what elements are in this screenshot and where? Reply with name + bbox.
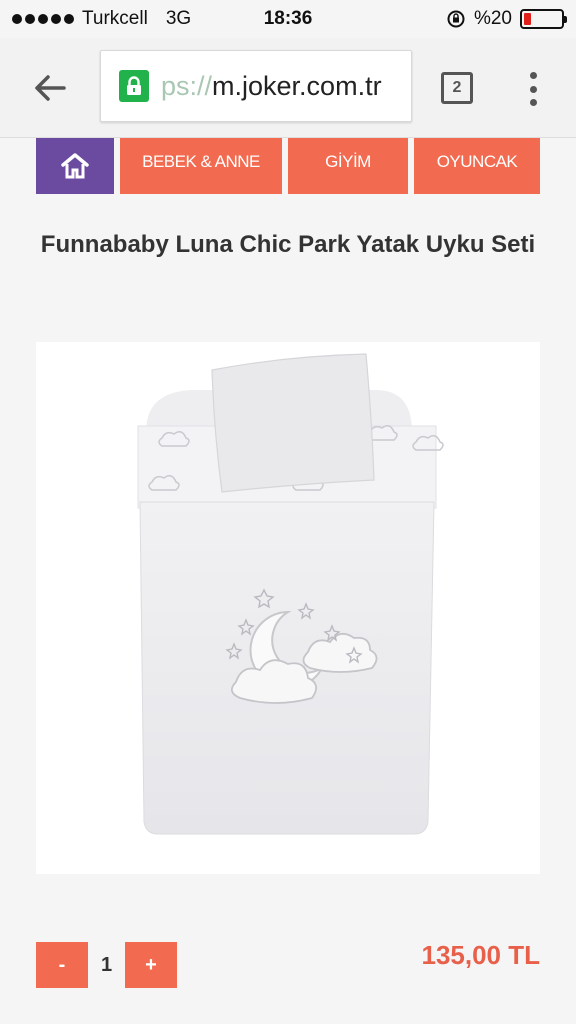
product-price: 135,00 TL xyxy=(421,940,540,970)
battery-icon xyxy=(520,9,567,29)
secure-lock-icon xyxy=(119,70,149,102)
url-text: ps://m.joker.com.tr xyxy=(161,71,382,102)
product-image[interactable] xyxy=(36,342,540,874)
browser-toolbar: ps://m.joker.com.tr 2 xyxy=(0,38,576,138)
address-bar[interactable]: ps://m.joker.com.tr xyxy=(100,50,412,122)
url-scheme: ps:// xyxy=(161,70,213,101)
carrier-name: Turkcell xyxy=(82,8,148,29)
network-type: 3G xyxy=(165,8,192,29)
quantity-value[interactable]: 1 xyxy=(88,942,125,988)
battery-level xyxy=(524,13,532,25)
battery-percent: %20 xyxy=(473,8,512,29)
overflow-menu-icon[interactable] xyxy=(525,72,541,106)
signal-strength-icon xyxy=(12,14,74,24)
back-arrow-icon[interactable] xyxy=(30,68,70,108)
bedding-set-illustration xyxy=(137,353,444,835)
status-bar: Turkcell 3G 18:36 %20 xyxy=(0,0,576,38)
nav-oyuncak[interactable]: OYUNCAK xyxy=(414,138,540,194)
product-title: Funnababy Luna Chic Park Yatak Uyku Seti xyxy=(40,231,536,258)
quantity-stepper: - 1 + xyxy=(36,942,177,988)
home-button[interactable] xyxy=(36,138,114,194)
category-nav: BEBEK & ANNE GİYİM OYUNCAK xyxy=(36,138,540,194)
decrease-quantity-button[interactable]: - xyxy=(36,942,88,988)
nav-bebek-anne[interactable]: BEBEK & ANNE xyxy=(120,138,282,194)
tab-switcher-button[interactable]: 2 xyxy=(441,72,473,104)
nav-giyim[interactable]: GİYİM xyxy=(288,138,408,194)
home-icon xyxy=(61,153,89,179)
url-host: m.joker.com.tr xyxy=(212,70,382,101)
increase-quantity-button[interactable]: + xyxy=(125,942,177,988)
rotation-lock-icon xyxy=(447,10,465,28)
